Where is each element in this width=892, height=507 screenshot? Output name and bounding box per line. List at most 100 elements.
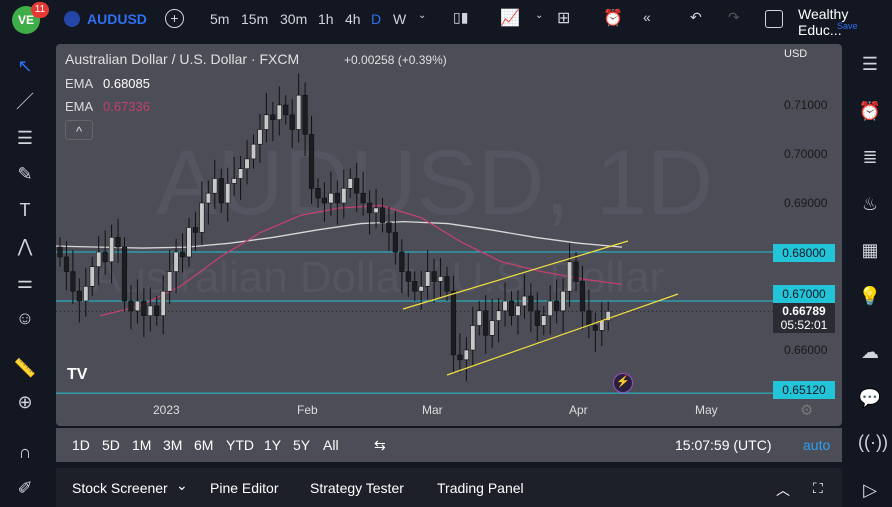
- candle-body: [502, 300, 508, 312]
- candle-body: [225, 183, 231, 204]
- add-symbol-icon[interactable]: +: [165, 9, 184, 28]
- range-5d[interactable]: 5D: [102, 437, 120, 453]
- alert-icon[interactable]: ⏰: [603, 8, 623, 28]
- interval-4h[interactable]: 4h: [345, 11, 361, 27]
- interval-d[interactable]: D: [371, 11, 381, 27]
- utc-clock[interactable]: 15:07:59 (UTC): [675, 437, 771, 453]
- interval-15m[interactable]: 15m: [241, 11, 268, 27]
- expand-panel-icon[interactable]: ︿: [776, 480, 790, 500]
- save-button[interactable]: Save: [837, 21, 858, 31]
- trendline-icon[interactable]: ／: [13, 90, 37, 114]
- layout-icon[interactable]: ⊞: [557, 8, 570, 28]
- play-icon[interactable]: ▷: [858, 478, 882, 502]
- candle-body: [89, 266, 95, 287]
- range-5y[interactable]: 5Y: [293, 437, 310, 453]
- candle-body: [379, 207, 386, 223]
- time-label: Feb: [297, 403, 318, 417]
- candles-icon[interactable]: ▯▮: [453, 9, 468, 26]
- streams-icon[interactable]: ((·)): [858, 430, 888, 454]
- candle-body: [399, 251, 405, 272]
- cursor-icon[interactable]: ↖: [13, 54, 37, 78]
- symbol-button[interactable]: AUDUSD: [87, 11, 147, 27]
- maximize-icon[interactable]: ⛶: [813, 480, 823, 497]
- top-toolbar: VE 11 AUDUSD + 5m 15m 30m 1h 4h D W ⌄ ▯▮…: [0, 0, 892, 38]
- range-1y[interactable]: 1Y: [264, 437, 281, 453]
- chat-icon[interactable]: 💬: [858, 386, 882, 410]
- tab-pine-editor[interactable]: Pine Editor: [210, 480, 278, 496]
- range-all[interactable]: All: [323, 437, 339, 453]
- range-6m[interactable]: 6M: [194, 437, 213, 453]
- zoom-icon[interactable]: ⊕: [13, 390, 37, 414]
- candle-body: [160, 290, 166, 316]
- interval-5m[interactable]: 5m: [210, 11, 229, 27]
- interval-w[interactable]: W: [393, 11, 406, 27]
- chart-pane[interactable]: AUDUSD, 1D Australian Dollar / U.S. Doll…: [56, 44, 842, 426]
- goto-date-icon[interactable]: ⇆: [374, 437, 386, 454]
- interval-30m[interactable]: 30m: [280, 11, 307, 27]
- price-tick: 0.70000: [784, 147, 828, 161]
- ideas-icon[interactable]: 💡: [858, 284, 882, 308]
- ema-2-label[interactable]: EMA: [65, 99, 93, 114]
- pattern-icon[interactable]: ⋀: [13, 234, 37, 258]
- text-icon[interactable]: T: [13, 198, 37, 222]
- fib-icon[interactable]: ☰: [13, 126, 37, 150]
- candle-body: [63, 256, 70, 272]
- chat-cloud-icon[interactable]: ☁: [858, 340, 882, 364]
- indicators-icon[interactable]: 📈: [500, 8, 520, 28]
- magnet-icon[interactable]: ∩: [13, 440, 37, 464]
- tab-strategy-tester[interactable]: Strategy Tester: [310, 480, 404, 496]
- undo-icon[interactable]: ↶: [690, 9, 702, 26]
- level-label: 0.67000: [773, 285, 835, 303]
- candle-body: [528, 295, 534, 312]
- lock-drawing-icon[interactable]: ✐: [13, 476, 37, 500]
- replay-icon[interactable]: «: [643, 9, 651, 25]
- candle-body: [179, 251, 186, 258]
- settings-gear-icon[interactable]: ⚙: [800, 401, 813, 419]
- candle-body: [308, 134, 315, 189]
- candle-body: [560, 290, 566, 312]
- time-label: Mar: [422, 403, 443, 417]
- currency-label[interactable]: USD: [784, 48, 807, 60]
- candle-body: [366, 202, 373, 214]
- range-ytd[interactable]: YTD: [226, 437, 254, 453]
- range-3m[interactable]: 3M: [163, 437, 182, 453]
- news-icon[interactable]: ≣: [858, 145, 882, 169]
- price-chart[interactable]: AUDUSD, 1D Australian Dollar / U.S. Doll…: [56, 44, 842, 426]
- candle-body: [263, 114, 270, 130]
- emoji-icon[interactable]: ☺: [13, 306, 37, 330]
- candle-body: [238, 168, 244, 179]
- chevron-down-icon[interactable]: ⌄: [418, 10, 426, 21]
- hotlist-icon[interactable]: ♨: [858, 192, 882, 216]
- tv-logo: TV: [67, 366, 88, 383]
- brush-icon[interactable]: ✎: [13, 162, 37, 186]
- range-1m[interactable]: 1M: [132, 437, 151, 453]
- tab-stock-screener[interactable]: Stock Screener: [72, 480, 168, 496]
- chevron-down-icon[interactable]: ⌄: [176, 477, 188, 494]
- calendar-icon[interactable]: ▦: [858, 238, 882, 262]
- candle-body: [392, 232, 399, 253]
- legend-change: +0.00258 (+0.39%): [344, 53, 447, 67]
- watchlist-icon[interactable]: ☰: [858, 52, 882, 76]
- collapse-legend-button[interactable]: ^: [65, 120, 93, 140]
- bottom-panel: Stock Screener ⌄ Pine Editor Strategy Te…: [56, 468, 842, 507]
- candle-body: [476, 310, 482, 326]
- ruler-icon[interactable]: 📏: [13, 356, 37, 380]
- range-1d[interactable]: 1D: [72, 437, 90, 453]
- flag-icon: [64, 11, 80, 27]
- ema-1-label[interactable]: EMA: [65, 76, 93, 91]
- candle-body: [257, 129, 263, 145]
- candle-body: [83, 286, 89, 302]
- chevron-down-icon[interactable]: ⌄: [535, 10, 543, 21]
- alerts-clock-icon[interactable]: ⏰: [858, 99, 882, 123]
- candle-body: [554, 300, 560, 312]
- price-tick: 0.71000: [784, 98, 828, 112]
- fullscreen-icon[interactable]: [765, 10, 783, 28]
- tab-trading-panel[interactable]: Trading Panel: [437, 480, 524, 496]
- candle-body: [192, 227, 199, 233]
- prediction-icon[interactable]: ⚌: [13, 270, 37, 294]
- auto-scale-button[interactable]: auto: [803, 437, 830, 453]
- candle-body: [463, 349, 469, 361]
- interval-1h[interactable]: 1h: [318, 11, 334, 27]
- flash-event-icon[interactable]: ⚡: [613, 373, 633, 393]
- candle-body: [167, 271, 173, 292]
